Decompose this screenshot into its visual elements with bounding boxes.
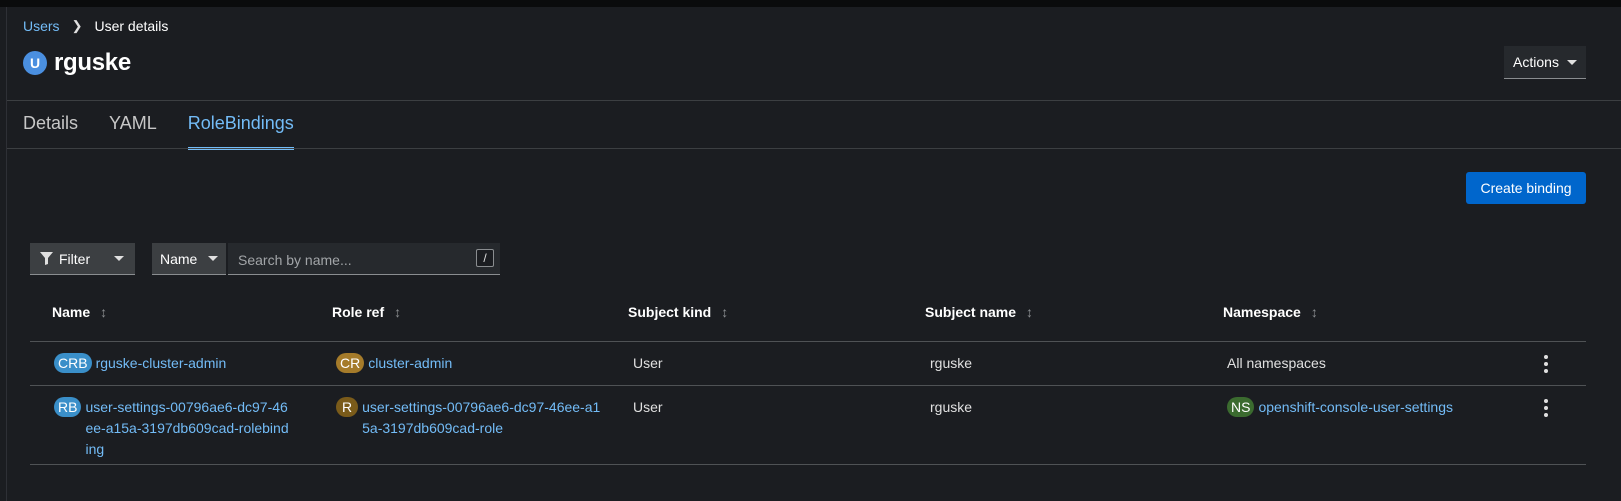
breadcrumb-current: User details (94, 18, 169, 34)
table-header: Name ↕ Role ref ↕ Subject kind ↕ Subject… (30, 299, 1586, 342)
namespace-link[interactable]: openshift-console-user-settings (1258, 397, 1453, 418)
left-nav-edge (0, 7, 7, 501)
divider (7, 100, 1621, 101)
name-cell: CRB rguske-cluster-admin (54, 353, 226, 374)
filter-type-label: Name (160, 250, 198, 267)
column-header-namespace[interactable]: Namespace ↕ (1223, 304, 1318, 320)
sort-icon: ↕ (1026, 304, 1034, 320)
column-header-role-ref[interactable]: Role ref ↕ (332, 304, 401, 320)
subject-kind-cell: User (633, 355, 663, 371)
page-title: rguske (54, 49, 131, 76)
breadcrumb-users-link[interactable]: Users (23, 18, 60, 34)
sort-icon: ↕ (100, 304, 108, 320)
column-label: Role ref (332, 304, 385, 320)
filter-icon (40, 252, 53, 265)
table-row: RB user-settings-00796ae6-dc97-46ee-a15a… (30, 386, 1586, 465)
role-ref-link[interactable]: user-settings-00796ae6-dc97-46ee-a15a-31… (362, 397, 606, 439)
tab-details[interactable]: Details (23, 108, 78, 149)
chevron-right-icon: ❯ (71, 18, 83, 33)
resource-badge: R (336, 397, 359, 417)
user-resource-badge: U (23, 51, 47, 75)
create-binding-button[interactable]: Create binding (1466, 172, 1586, 204)
tab-rolebindings[interactable]: RoleBindings (187, 108, 294, 150)
table-row: CRB rguske-cluster-admin CR cluster-admi… (30, 342, 1586, 386)
caret-down-icon (208, 256, 219, 261)
resource-badge: RB (54, 397, 82, 417)
role-ref-link[interactable]: cluster-admin (368, 353, 452, 374)
row-actions-kebab-icon[interactable] (1540, 399, 1552, 417)
resource-badge: CR (336, 353, 365, 373)
sort-icon: ↕ (1310, 304, 1318, 320)
rolebinding-link[interactable]: rguske-cluster-admin (96, 353, 227, 374)
column-header-name[interactable]: Name ↕ (52, 304, 107, 320)
name-cell: RB user-settings-00796ae6-dc97-46ee-a15a… (54, 397, 290, 460)
sort-icon: ↕ (721, 304, 729, 320)
role-ref-cell: CR cluster-admin (336, 353, 452, 374)
row-actions-kebab-icon[interactable] (1540, 355, 1552, 373)
actions-dropdown[interactable]: Actions (1504, 46, 1586, 79)
resource-badge: CRB (54, 353, 92, 373)
divider (7, 148, 1621, 149)
subject-name-cell: rguske (930, 399, 973, 415)
page-header: U rguske (23, 49, 131, 77)
search-input[interactable] (236, 243, 470, 276)
search-field: / (228, 243, 500, 276)
sort-icon: ↕ (394, 304, 402, 320)
tab-yaml[interactable]: YAML (109, 108, 157, 149)
namespace-cell: All namespaces (1227, 355, 1326, 371)
caret-down-icon (114, 256, 125, 261)
actions-label: Actions (1513, 54, 1559, 70)
filter-dropdown[interactable]: Filter (30, 243, 135, 275)
column-label: Subject kind (628, 304, 712, 320)
column-header-subject-name[interactable]: Subject name ↕ (925, 304, 1033, 320)
breadcrumb: Users ❯ User details (23, 18, 168, 34)
top-bar (0, 0, 1621, 7)
keyboard-shortcut-hint: / (476, 249, 494, 267)
column-label: Subject name (925, 304, 1017, 320)
rolebinding-link[interactable]: user-settings-00796ae6-dc97-46ee-a15a-31… (85, 397, 290, 460)
filter-label: Filter (59, 250, 91, 267)
filter-type-select[interactable]: Name (152, 243, 226, 275)
namespace-cell: NS openshift-console-user-settings (1227, 397, 1453, 418)
column-header-subject-kind[interactable]: Subject kind ↕ (628, 304, 728, 320)
role-ref-cell: R user-settings-00796ae6-dc97-46ee-a15a-… (336, 397, 606, 439)
caret-down-icon (1566, 59, 1577, 65)
tab-bar: Details YAML RoleBindings (23, 108, 294, 150)
subject-kind-cell: User (633, 399, 663, 415)
resource-badge: NS (1227, 397, 1255, 417)
column-label: Name (52, 304, 91, 320)
column-label: Namespace (1223, 304, 1301, 320)
subject-name-cell: rguske (930, 355, 973, 371)
